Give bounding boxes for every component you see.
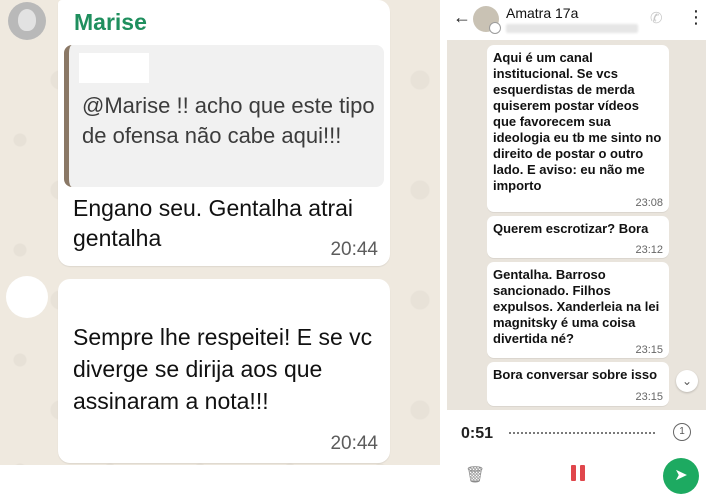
chevron-double-down-icon[interactable]: ⌄: [676, 370, 698, 392]
phone-add-icon[interactable]: ✆: [650, 9, 663, 27]
left-chat-screenshot: Marise @Marise !! acho que este tipo de …: [0, 0, 440, 465]
message-text: Sempre lhe respeitei! E se vc diverge se…: [73, 324, 373, 414]
pause-icon[interactable]: [571, 465, 587, 481]
quoted-message-text: @Marise !! acho que este tipo de ofensa …: [82, 93, 375, 148]
trash-icon[interactable]: 🗑: [465, 465, 485, 485]
redacted-quote-author: [79, 53, 149, 83]
audio-waveform: [509, 432, 655, 434]
group-avatar[interactable]: [473, 6, 501, 34]
message-bubble[interactable]: Marise @Marise !! acho que este tipo de …: [58, 0, 390, 266]
recording-duration: 0:51: [461, 425, 494, 442]
message-timestamp: 20:44: [330, 239, 378, 260]
group-members-blurred: [506, 24, 638, 33]
message-timestamp: 23:08: [635, 197, 663, 209]
sender-name: Marise: [74, 9, 147, 35]
message-text: Querem escrotizar? Bora: [493, 221, 649, 236]
chat-header: ← Amatra 17a ✆ ⋮: [447, 0, 706, 40]
message-text: Gentalha. Barroso sancionado. Filhos exp…: [493, 267, 660, 346]
right-chat-screenshot: ← Amatra 17a ✆ ⋮ Aqui é um canal institu…: [447, 0, 706, 499]
message-bubble[interactable]: Sempre lhe respeitei! E se vc diverge se…: [58, 279, 390, 463]
message-timestamp: 23:15: [635, 344, 663, 356]
message-timestamp: 23:15: [635, 391, 663, 403]
back-arrow-icon[interactable]: ←: [453, 7, 471, 28]
message-bubble[interactable]: Querem escrotizar? Bora 23:12: [487, 216, 669, 258]
send-button[interactable]: ➤: [663, 458, 699, 494]
send-icon: ➤: [674, 467, 688, 484]
quoted-message[interactable]: @Marise !! acho que este tipo de ofensa …: [64, 45, 384, 187]
message-bubble[interactable]: Gentalha. Barroso sancionado. Filhos exp…: [487, 262, 669, 358]
message-text: Engano seu. Gentalha atrai gentalha: [73, 195, 354, 251]
playback-speed-icon[interactable]: 1: [673, 423, 691, 441]
message-text: Bora conversar sobre isso: [493, 367, 658, 382]
group-title[interactable]: Amatra 17a: [506, 5, 578, 21]
message-timestamp: 23:12: [635, 244, 663, 256]
bottom-strip: [0, 465, 440, 499]
message-bubble[interactable]: Bora conversar sobre isso 23:15: [487, 362, 669, 406]
menu-dots-icon[interactable]: ⋮: [687, 8, 705, 26]
message-bubble[interactable]: Aqui é um canal institucional. Se vcs es…: [487, 45, 669, 212]
voice-recording-bar: 0:51 1 🗑 ➤: [447, 410, 706, 499]
avatar[interactable]: [8, 2, 46, 40]
message-text: Aqui é um canal institucional. Se vcs es…: [493, 50, 662, 193]
message-timestamp: 20:44: [330, 433, 378, 454]
panel-divider: [440, 0, 447, 499]
avatar[interactable]: [6, 276, 48, 318]
